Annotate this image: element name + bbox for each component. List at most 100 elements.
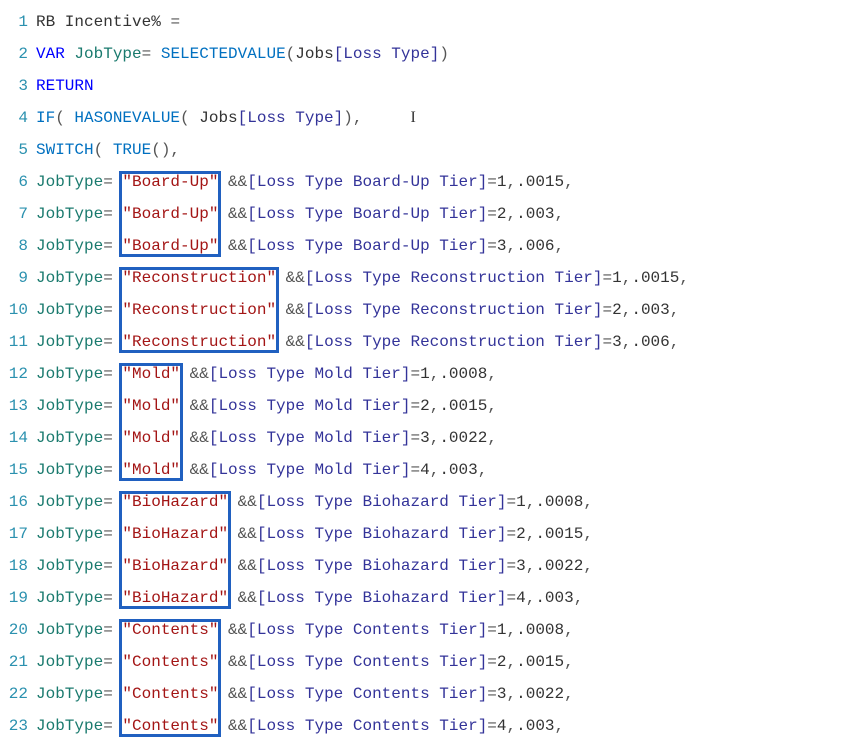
line-number: 4 [0, 102, 36, 134]
line-number: 17 [0, 518, 36, 550]
column-ref: [Loss Type Biohazard Tier] [257, 493, 507, 511]
rate-value: .003 [516, 717, 554, 735]
variable-name: JobType [36, 621, 103, 639]
code-line: 11JobType= "Reconstruction" &&[Loss Type… [0, 326, 851, 358]
keyword-return: RETURN [36, 77, 94, 95]
text-cursor-icon: I [410, 109, 415, 126]
func-if: IF [36, 109, 55, 127]
column-ref: [Loss Type Board-Up Tier] [247, 237, 487, 255]
code-line: 22JobType= "Contents" &&[Loss Type Conte… [0, 678, 851, 710]
code-content: RETURN [36, 70, 851, 102]
rate-value: .003 [631, 301, 669, 319]
column-ref: [Loss Type Biohazard Tier] [257, 557, 507, 575]
code-line: 3 RETURN [0, 70, 851, 102]
string-literal: "Board-Up" [122, 237, 218, 255]
code-line: 12JobType= "Mold" &&[Loss Type Mold Tier… [0, 358, 851, 390]
func-hasonevalue: HASONEVALUE [74, 109, 180, 127]
measure-name: RB Incentive% [36, 13, 161, 31]
column-ref: [Loss Type Contents Tier] [247, 685, 487, 703]
variable-name: JobType [36, 269, 103, 287]
tier-number: 4 [516, 589, 526, 607]
string-literal: "Mold" [122, 365, 180, 383]
string-literal: "BioHazard" [122, 493, 228, 511]
code-line: 23JobType= "Contents" &&[Loss Type Conte… [0, 710, 851, 742]
code-content: JobType= "Board-Up" &&[Loss Type Board-U… [36, 230, 851, 262]
code-line: 9JobType= "Reconstruction" &&[Loss Type … [0, 262, 851, 294]
rate-value: .0015 [439, 397, 487, 415]
rate-value: .0015 [631, 269, 679, 287]
variable-name: JobType [36, 525, 103, 543]
rate-value: .003 [439, 461, 477, 479]
line-number: 13 [0, 390, 36, 422]
column-ref: [Loss Type] [334, 45, 440, 63]
tier-number: 2 [516, 525, 526, 543]
variable-name: JobType [36, 493, 103, 511]
string-literal: "BioHazard" [122, 525, 228, 543]
column-ref: [Loss Type Mold Tier] [209, 365, 411, 383]
line-number: 2 [0, 38, 36, 70]
code-line: 17JobType= "BioHazard" &&[Loss Type Bioh… [0, 518, 851, 550]
string-literal: "Board-Up" [122, 205, 218, 223]
variable-name: JobType [36, 685, 103, 703]
code-content: JobType= "Board-Up" &&[Loss Type Board-U… [36, 166, 851, 198]
column-ref: [Loss Type Reconstruction Tier] [305, 301, 603, 319]
column-ref: [Loss Type Contents Tier] [247, 621, 487, 639]
variable-name: JobType [74, 45, 141, 63]
variable-name: JobType [36, 205, 103, 223]
tier-number: 3 [497, 237, 507, 255]
tier-number: 4 [420, 461, 430, 479]
code-content: JobType= "BioHazard" &&[Loss Type Biohaz… [36, 550, 851, 582]
code-content: JobType= "Mold" &&[Loss Type Mold Tier]=… [36, 358, 851, 390]
column-ref: [Loss Type Biohazard Tier] [257, 589, 507, 607]
code-line: 5 SWITCH( TRUE(), [0, 134, 851, 166]
func-switch: SWITCH [36, 141, 94, 159]
func-true: TRUE [113, 141, 151, 159]
line-number: 6 [0, 166, 36, 198]
code-line: 19JobType= "BioHazard" &&[Loss Type Bioh… [0, 582, 851, 614]
rate-value: .006 [631, 333, 669, 351]
tier-number: 3 [516, 557, 526, 575]
code-content: JobType= "Contents" &&[Loss Type Content… [36, 678, 851, 710]
code-content: JobType= "Contents" &&[Loss Type Content… [36, 710, 851, 742]
rate-value: .0015 [535, 525, 583, 543]
rate-value: .0015 [516, 173, 564, 191]
column-ref: [Loss Type Mold Tier] [209, 429, 411, 447]
line-number: 18 [0, 550, 36, 582]
code-content: IF( HASONEVALUE( Jobs[Loss Type]), I [36, 102, 851, 134]
code-line: 18JobType= "BioHazard" &&[Loss Type Bioh… [0, 550, 851, 582]
line-number: 23 [0, 710, 36, 742]
tier-number: 3 [497, 685, 507, 703]
line-number: 15 [0, 454, 36, 486]
rate-value: .0015 [516, 653, 564, 671]
tier-number: 2 [497, 205, 507, 223]
keyword-var: VAR [36, 45, 65, 63]
string-literal: "Contents" [122, 717, 218, 735]
dax-editor[interactable]: 1 RB Incentive% = 2 VAR JobType= SELECTE… [0, 0, 851, 742]
variable-name: JobType [36, 397, 103, 415]
variable-name: JobType [36, 301, 103, 319]
rate-value: .006 [516, 237, 554, 255]
table-name: Jobs [199, 109, 237, 127]
code-line: 13JobType= "Mold" &&[Loss Type Mold Tier… [0, 390, 851, 422]
code-content: SWITCH( TRUE(), [36, 134, 851, 166]
line-number: 11 [0, 326, 36, 358]
tier-number: 2 [612, 301, 622, 319]
code-line: 4 IF( HASONEVALUE( Jobs[Loss Type]), I [0, 102, 851, 134]
code-content: JobType= "Mold" &&[Loss Type Mold Tier]=… [36, 422, 851, 454]
code-content: JobType= "Reconstruction" &&[Loss Type R… [36, 294, 851, 326]
code-line: 1 RB Incentive% = [0, 6, 851, 38]
func-selectedvalue: SELECTEDVALUE [161, 45, 286, 63]
code-line: 16JobType= "BioHazard" &&[Loss Type Bioh… [0, 486, 851, 518]
rate-value: .0022 [516, 685, 564, 703]
code-line: 10JobType= "Reconstruction" &&[Loss Type… [0, 294, 851, 326]
tier-number: 2 [420, 397, 430, 415]
code-content: JobType= "Reconstruction" &&[Loss Type R… [36, 326, 851, 358]
tier-number: 3 [612, 333, 622, 351]
variable-name: JobType [36, 717, 103, 735]
rate-value: .003 [516, 205, 554, 223]
code-line: 8JobType= "Board-Up" &&[Loss Type Board-… [0, 230, 851, 262]
code-line: 14JobType= "Mold" &&[Loss Type Mold Tier… [0, 422, 851, 454]
string-literal: "Mold" [122, 461, 180, 479]
string-literal: "Contents" [122, 685, 218, 703]
tier-number: 2 [497, 653, 507, 671]
